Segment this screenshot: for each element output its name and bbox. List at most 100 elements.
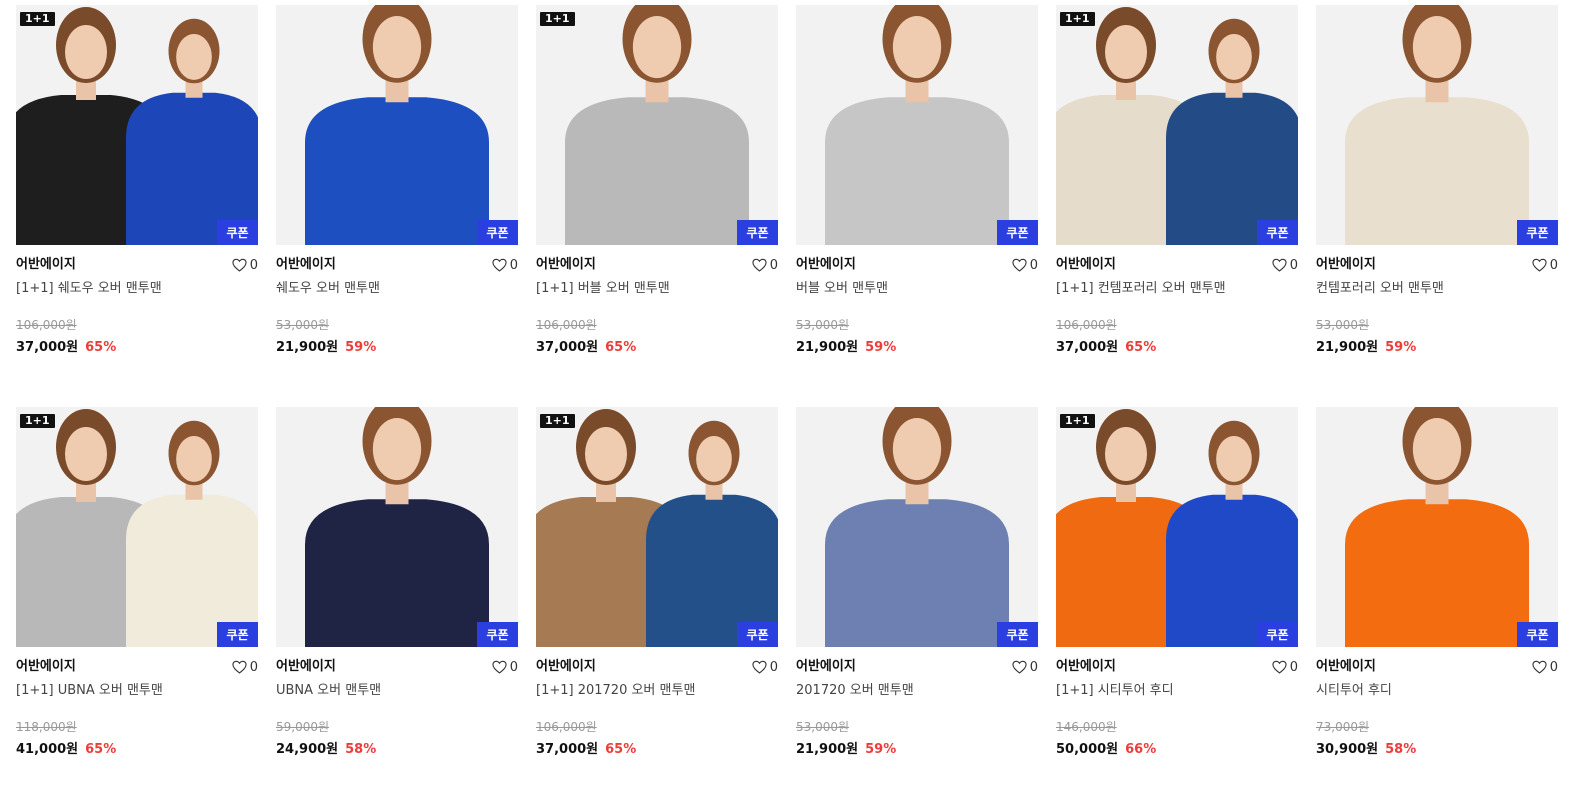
like-button[interactable]: 0 xyxy=(1272,658,1298,676)
product-name[interactable]: 시티투어 후디 xyxy=(1316,682,1558,700)
product-image[interactable]: 쿠폰 xyxy=(276,5,518,245)
sale-price: 21,900원 xyxy=(796,340,859,355)
heart-icon xyxy=(232,258,247,272)
product-card[interactable]: 1+1 쿠폰 어반에이지 0 [1+1] UBNA 오버 맨투맨 118,000… xyxy=(16,407,258,787)
like-button[interactable]: 0 xyxy=(1532,256,1558,274)
heart-icon xyxy=(1532,660,1547,674)
heart-icon xyxy=(232,660,247,674)
product-name[interactable]: 쉐도우 오버 맨투맨 xyxy=(276,280,518,298)
discount-rate: 59% xyxy=(865,742,897,757)
product-card[interactable]: 쿠폰 어반에이지 0 컨템포러리 오버 맨투맨 53,000원 21,900원 … xyxy=(1316,5,1558,407)
product-grid: 1+1 쿠폰 어반에이지 0 [1+1] 쉐도우 오버 맨투맨 106,000원… xyxy=(16,5,1558,787)
brand-name[interactable]: 어반에이지 xyxy=(1056,658,1298,676)
discount-rate: 59% xyxy=(345,340,377,355)
product-card[interactable]: 쿠폰 어반에이지 0 시티투어 후디 73,000원 30,900원 58% xyxy=(1316,407,1558,787)
coupon-badge: 쿠폰 xyxy=(1257,220,1298,245)
product-image[interactable]: 쿠폰 xyxy=(796,407,1038,647)
like-button[interactable]: 0 xyxy=(1532,658,1558,676)
brand-name[interactable]: 어반에이지 xyxy=(16,658,258,676)
product-image[interactable]: 쿠폰 xyxy=(1316,5,1558,245)
coupon-badge: 쿠폰 xyxy=(997,220,1038,245)
like-button[interactable]: 0 xyxy=(752,658,778,676)
like-button[interactable]: 0 xyxy=(232,256,258,274)
product-name[interactable]: [1+1] 201720 오버 맨투맨 xyxy=(536,682,778,700)
like-button[interactable]: 0 xyxy=(1272,256,1298,274)
brand-name[interactable]: 어반에이지 xyxy=(796,256,1038,274)
product-image[interactable]: 1+1 쿠폰 xyxy=(536,5,778,245)
sale-price: 37,000원 xyxy=(536,742,599,757)
product-image[interactable]: 쿠폰 xyxy=(1316,407,1558,647)
discount-rate: 59% xyxy=(1385,340,1417,355)
product-name[interactable]: [1+1] 컨템포러리 오버 맨투맨 xyxy=(1056,280,1298,298)
like-count: 0 xyxy=(249,257,258,273)
coupon-badge: 쿠폰 xyxy=(737,622,778,647)
product-image[interactable]: 1+1 쿠폰 xyxy=(16,407,258,647)
brand-name[interactable]: 어반에이지 xyxy=(16,256,258,274)
like-count: 0 xyxy=(1029,257,1038,273)
like-count: 0 xyxy=(1549,257,1558,273)
product-card[interactable]: 1+1 쿠폰 어반에이지 0 [1+1] 버블 오버 맨투맨 106,000원 … xyxy=(536,5,778,407)
original-price: 73,000원 xyxy=(1316,720,1370,734)
brand-name[interactable]: 어반에이지 xyxy=(276,256,518,274)
coupon-badge: 쿠폰 xyxy=(477,220,518,245)
product-name[interactable]: [1+1] 시티투어 후디 xyxy=(1056,682,1298,700)
original-price: 106,000원 xyxy=(16,318,77,332)
like-button[interactable]: 0 xyxy=(752,256,778,274)
coupon-badge: 쿠폰 xyxy=(1257,622,1298,647)
product-name[interactable]: [1+1] 버블 오버 맨투맨 xyxy=(536,280,778,298)
like-count: 0 xyxy=(769,257,778,273)
product-image[interactable]: 1+1 쿠폰 xyxy=(16,5,258,245)
brand-name[interactable]: 어반에이지 xyxy=(1316,256,1558,274)
brand-name[interactable]: 어반에이지 xyxy=(536,658,778,676)
product-name[interactable]: [1+1] 쉐도우 오버 맨투맨 xyxy=(16,280,258,298)
product-name[interactable]: UBNA 오버 맨투맨 xyxy=(276,682,518,700)
product-photo xyxy=(796,407,1038,647)
product-card[interactable]: 1+1 쿠폰 어반에이지 0 [1+1] 201720 오버 맨투맨 106,0… xyxy=(536,407,778,787)
like-button[interactable]: 0 xyxy=(492,658,518,676)
discount-rate: 66% xyxy=(1125,742,1157,757)
product-photo xyxy=(276,407,518,647)
sale-price: 50,000원 xyxy=(1056,742,1119,757)
product-card[interactable]: 1+1 쿠폰 어반에이지 0 [1+1] 시티투어 후디 146,000원 50… xyxy=(1056,407,1298,787)
product-card[interactable]: 쿠폰 어반에이지 0 버블 오버 맨투맨 53,000원 21,900원 59% xyxy=(796,5,1038,407)
product-card[interactable]: 1+1 쿠폰 어반에이지 0 [1+1] 쉐도우 오버 맨투맨 106,000원… xyxy=(16,5,258,407)
brand-name[interactable]: 어반에이지 xyxy=(796,658,1038,676)
product-photo xyxy=(536,5,778,245)
sale-price: 21,900원 xyxy=(796,742,859,757)
discount-rate: 58% xyxy=(1385,742,1417,757)
heart-icon xyxy=(1012,258,1027,272)
product-image[interactable]: 1+1 쿠폰 xyxy=(1056,5,1298,245)
product-card[interactable]: 1+1 쿠폰 어반에이지 0 [1+1] 컨템포러리 오버 맨투맨 106,00… xyxy=(1056,5,1298,407)
like-count: 0 xyxy=(1289,659,1298,675)
brand-name[interactable]: 어반에이지 xyxy=(536,256,778,274)
product-name[interactable]: 버블 오버 맨투맨 xyxy=(796,280,1038,298)
like-button[interactable]: 0 xyxy=(232,658,258,676)
product-name[interactable]: 컨템포러리 오버 맨투맨 xyxy=(1316,280,1558,298)
product-card[interactable]: 쿠폰 어반에이지 0 201720 오버 맨투맨 53,000원 21,900원… xyxy=(796,407,1038,787)
like-count: 0 xyxy=(1549,659,1558,675)
brand-name[interactable]: 어반에이지 xyxy=(1316,658,1558,676)
heart-icon xyxy=(752,258,767,272)
product-name[interactable]: 201720 오버 맨투맨 xyxy=(796,682,1038,700)
product-image[interactable]: 쿠폰 xyxy=(276,407,518,647)
product-photo xyxy=(16,5,258,245)
bundle-badge: 1+1 xyxy=(20,414,55,428)
product-name[interactable]: [1+1] UBNA 오버 맨투맨 xyxy=(16,682,258,700)
sale-price: 24,900원 xyxy=(276,742,339,757)
product-card[interactable]: 쿠폰 어반에이지 0 UBNA 오버 맨투맨 59,000원 24,900원 5… xyxy=(276,407,518,787)
like-button[interactable]: 0 xyxy=(1012,658,1038,676)
brand-name[interactable]: 어반에이지 xyxy=(1056,256,1298,274)
product-card[interactable]: 쿠폰 어반에이지 0 쉐도우 오버 맨투맨 53,000원 21,900원 59… xyxy=(276,5,518,407)
like-button[interactable]: 0 xyxy=(492,256,518,274)
brand-name[interactable]: 어반에이지 xyxy=(276,658,518,676)
heart-icon xyxy=(1532,258,1547,272)
discount-rate: 65% xyxy=(85,340,117,355)
like-button[interactable]: 0 xyxy=(1012,256,1038,274)
product-image[interactable]: 1+1 쿠폰 xyxy=(536,407,778,647)
product-image[interactable]: 쿠폰 xyxy=(796,5,1038,245)
discount-rate: 65% xyxy=(605,742,637,757)
original-price: 106,000원 xyxy=(1056,318,1117,332)
original-price: 53,000원 xyxy=(796,720,850,734)
bundle-badge: 1+1 xyxy=(1060,414,1095,428)
product-image[interactable]: 1+1 쿠폰 xyxy=(1056,407,1298,647)
